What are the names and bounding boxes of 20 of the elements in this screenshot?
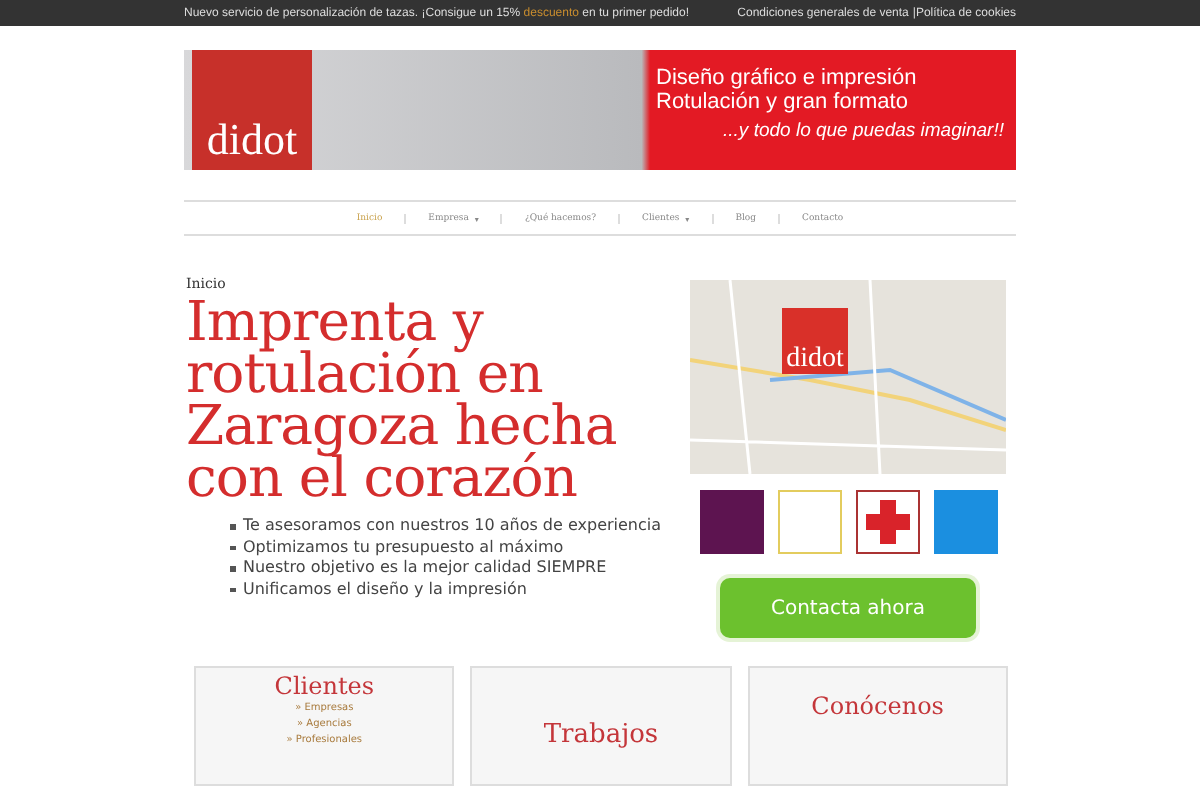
benefit-item: Nuestro objetivo es la mejor calidad SIEMPRE — [243, 558, 607, 579]
card-title[interactable]: Conócenos — [811, 692, 944, 720]
cross-icon — [865, 500, 909, 544]
card-title[interactable]: Clientes — [274, 672, 375, 700]
contact-button[interactable]: Contacta ahora — [720, 578, 976, 638]
page-heading: Imprenta y rotulación en Zaragoza hecha con el corazón — [186, 296, 619, 504]
bullet-icon — [230, 545, 235, 550]
benefit-item: Unificamos el diseño y la impresión — [243, 579, 527, 600]
benefit-item: Te asesoramos con nuestros 10 años de experiencia — [243, 516, 662, 537]
banner-text: Rotulación y gran formato — [656, 90, 910, 114]
card-title[interactable]: Trabajos — [543, 720, 659, 750]
bullet-icon — [230, 524, 235, 529]
didot-logo: didot — [782, 308, 848, 374]
client-logo[interactable] — [855, 490, 919, 554]
banner-text: Diseño gráfico e impresión — [656, 66, 919, 90]
banner-slogan: ...y todo lo que puedas imaginar!! — [723, 120, 1006, 142]
bullet-icon — [230, 587, 235, 592]
benefit-item: Optimizamos tu presupuesto al máximo — [243, 537, 564, 558]
didot-logo[interactable]: didot — [192, 50, 312, 170]
bullet-icon — [230, 566, 235, 571]
